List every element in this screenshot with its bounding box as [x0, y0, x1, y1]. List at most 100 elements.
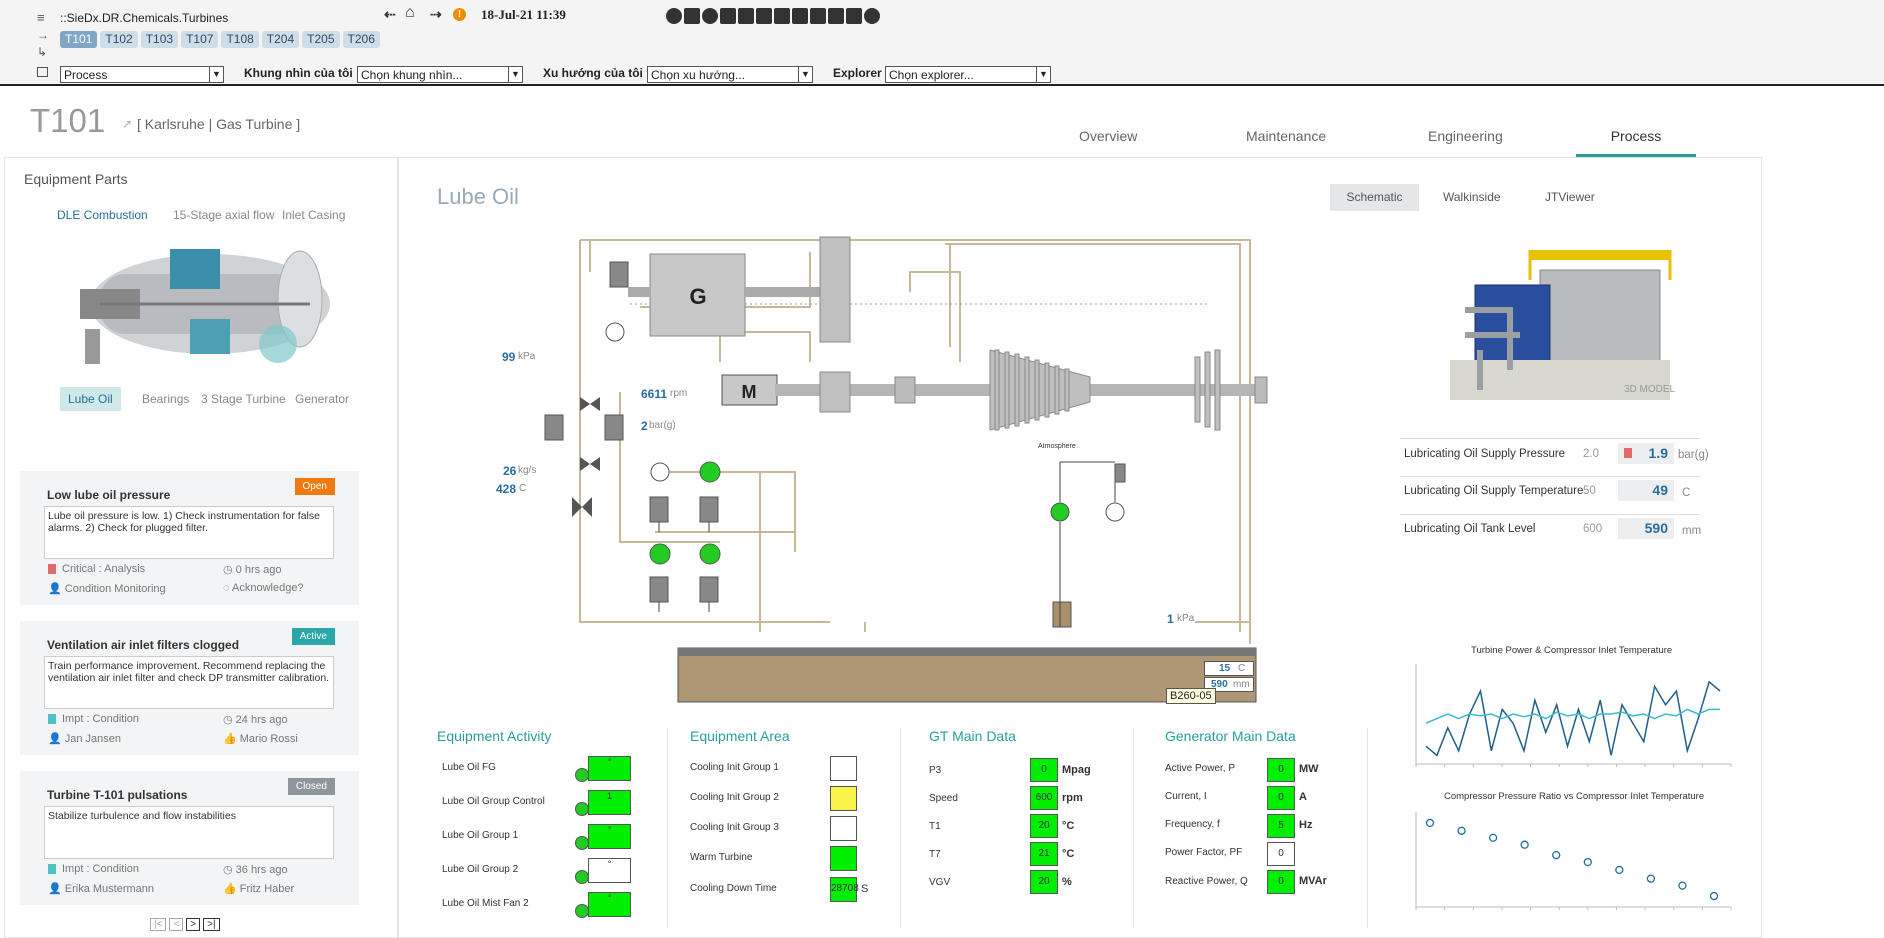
alert-icon[interactable]: !	[453, 8, 466, 21]
alert-description[interactable]: Lube oil pressure is low. 1) Check instr…	[44, 506, 334, 559]
explorer-select[interactable]: Chọn explorer... ▼	[885, 66, 1051, 83]
tab-process-wrap[interactable]: Process	[1576, 120, 1696, 157]
menu-icon[interactable]: ≡	[37, 10, 45, 25]
alert-owner: 👤 Erika Mustermann	[48, 883, 155, 895]
turbine-tabs: T101 T102 T103 T107 T108 T204 T205 T206	[60, 30, 383, 48]
checkbox-icon[interactable]	[37, 67, 48, 77]
turbine-image[interactable]	[60, 234, 330, 374]
alert-card[interactable]: Low lube oil pressure Open Lube oil pres…	[20, 471, 359, 605]
last-page-button[interactable]: >|	[203, 918, 220, 931]
print-icon[interactable]	[720, 7, 736, 24]
view-select[interactable]: Process ▼	[60, 66, 224, 83]
scatter-point	[1615, 865, 1624, 875]
part-link-generator[interactable]: Generator	[295, 392, 349, 406]
tab-overview[interactable]: Overview	[1079, 128, 1137, 144]
alert-card[interactable]: Turbine T-101 pulsations Closed Stabiliz…	[20, 771, 359, 905]
tool-icons	[666, 7, 882, 25]
tank-level-unit: mm	[1233, 679, 1250, 690]
home-icon[interactable]: ⌂	[405, 4, 415, 22]
alert-owner: 👤 Jan Jansen	[48, 733, 122, 745]
forward-icon[interactable]: ⇢	[430, 6, 442, 23]
view-tab-jtviewer[interactable]: JTViewer	[1545, 190, 1595, 204]
gt-label: T7	[929, 849, 941, 860]
pressure-ratio-chart	[1415, 812, 1732, 910]
report-icon[interactable]	[756, 7, 772, 24]
assignee-link[interactable]: 👍 Mario Rossi	[223, 732, 298, 745]
assignee-link[interactable]: 👍 Fritz Haber	[223, 882, 294, 895]
trend-label: Xu hướng của tôi	[543, 66, 643, 80]
turbine-tab-t103[interactable]: T103	[140, 31, 179, 48]
part-link-inlet[interactable]: Inlet Casing	[282, 208, 345, 222]
add-icon[interactable]	[792, 7, 808, 24]
mail-icon[interactable]	[738, 7, 754, 24]
list-icon[interactable]	[684, 7, 700, 24]
part-link-compressor[interactable]: 15-Stage axial flow	[173, 208, 274, 222]
grid-icon[interactable]	[774, 7, 790, 24]
alert-severity: Impt : Condition	[48, 863, 139, 875]
lube-param-label: Lubricating Oil Supply Temperature	[1404, 485, 1584, 497]
alert-title: Turbine T-101 pulsations	[47, 788, 188, 802]
alert-card[interactable]: Ventilation air inlet filters clogged Ac…	[20, 621, 359, 755]
view-tab-schematic[interactable]: Schematic	[1330, 184, 1419, 211]
next-page-button[interactable]: >	[186, 918, 201, 931]
area-indicator	[830, 786, 857, 811]
area-indicator	[830, 846, 857, 871]
pump-icon	[575, 904, 589, 918]
acknowledge-link[interactable]: ◌ Acknowledge?	[223, 582, 304, 594]
part-link-dle[interactable]: DLE Combustion	[57, 208, 148, 222]
gen-label: Power Factor, PF	[1165, 847, 1243, 858]
turbine-tab-t101[interactable]: T101	[60, 31, 98, 48]
clock-icon: ◷	[223, 714, 236, 726]
equipment-tag-tooltip: B260-05	[1166, 688, 1216, 704]
breadcrumb[interactable]: ::SieDx.DR.Chemicals.Turbines	[60, 11, 228, 25]
my-view-select[interactable]: Chọn khung nhìn... ▼	[357, 66, 523, 83]
first-page-button[interactable]: |<	[150, 918, 167, 931]
refresh-icon[interactable]	[666, 7, 682, 24]
area-indicator	[830, 816, 857, 841]
turbine-tab-t102[interactable]: T102	[100, 31, 138, 48]
turbine-tab-t204[interactable]: T204	[261, 31, 300, 48]
tank-pressure-unit: kPa	[1177, 613, 1195, 624]
turbine-tab-t206[interactable]: T206	[342, 31, 380, 48]
alert-description[interactable]: Stabilize turbulence and flow instabilit…	[44, 806, 334, 859]
alert-description[interactable]: Train performance improvement. Recommend…	[44, 656, 334, 709]
divider	[900, 728, 901, 928]
lube-param-value: 1.9	[1618, 443, 1674, 464]
alert-time: ◷ 0 hrs ago	[223, 564, 282, 576]
edit-icon[interactable]: ↗	[122, 117, 132, 131]
view-tab-walkinside[interactable]: Walkinside	[1443, 190, 1501, 204]
part-link-turbine[interactable]: 3 Stage Turbine	[201, 392, 286, 406]
power-temperature-chart	[1415, 664, 1732, 767]
help-icon[interactable]	[864, 7, 880, 24]
activity-indicator: 1	[588, 790, 631, 815]
chart-icon[interactable]	[828, 7, 844, 24]
tab-maintenance[interactable]: Maintenance	[1246, 128, 1326, 144]
gt-unit: °C	[1062, 820, 1075, 832]
clock-icon: ◷	[223, 864, 236, 876]
chart-2-title: Compressor Pressure Ratio vs Compressor …	[1444, 791, 1705, 802]
turbine-tab-t108[interactable]: T108	[221, 31, 259, 48]
alert-time: ◷ 36 hrs ago	[223, 864, 288, 876]
export-icon[interactable]	[810, 7, 826, 24]
prev-page-button[interactable]: <	[169, 918, 184, 931]
part-link-lube-oil[interactable]: Lube Oil	[60, 387, 121, 411]
back-icon[interactable]: ⇠	[384, 6, 396, 23]
part-link-bearings[interactable]: Bearings	[142, 392, 189, 406]
lube-param-unit: C	[1682, 487, 1691, 499]
pump-icon	[575, 836, 589, 850]
status-badge: Active	[291, 628, 335, 645]
layout-icon[interactable]	[846, 7, 862, 24]
search-icon[interactable]	[702, 7, 718, 24]
gen-label: Active Power, P	[1165, 763, 1236, 774]
scatter-point	[1678, 881, 1687, 890]
turbine-tab-t107[interactable]: T107	[181, 31, 219, 48]
tab-process[interactable]: Process	[1611, 128, 1662, 144]
gt-value: 20	[1030, 870, 1058, 894]
asset-id: T101	[30, 102, 106, 139]
thumbs-up-icon: 👍	[223, 883, 240, 895]
tab-engineering[interactable]: Engineering	[1428, 128, 1503, 144]
trend-select[interactable]: Chọn xu hướng... ▼	[647, 66, 813, 83]
lube-param-unit: mm	[1682, 525, 1702, 537]
scatter-point	[1425, 818, 1435, 828]
turbine-tab-t205[interactable]: T205	[302, 31, 340, 48]
